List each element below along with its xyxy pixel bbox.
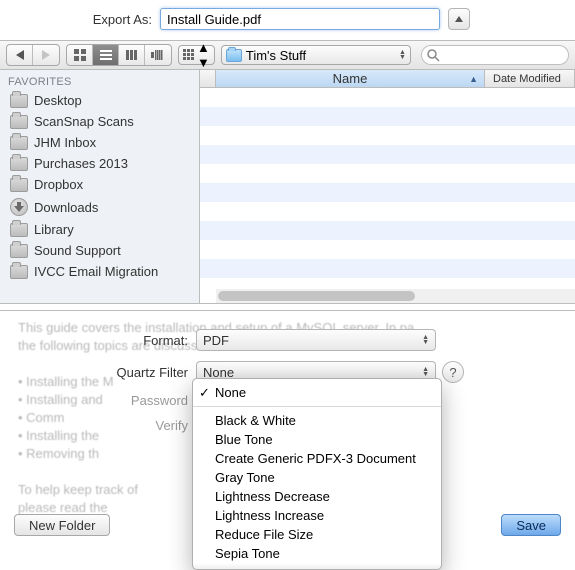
- format-label: Format:: [18, 333, 196, 348]
- sidebar-item-label: ScanSnap Scans: [34, 114, 134, 129]
- sidebar-item-label: IVCC Email Migration: [34, 264, 158, 279]
- list-row[interactable]: [200, 221, 575, 240]
- folder-icon: [10, 265, 28, 279]
- filename-input[interactable]: [160, 8, 440, 30]
- scrollbar-thumb[interactable]: [218, 291, 415, 301]
- chevron-right-icon: [42, 50, 50, 60]
- folder-icon: [10, 157, 28, 171]
- sidebar-item-library[interactable]: Library: [0, 219, 199, 240]
- password-label: Password: [18, 393, 196, 408]
- menu-item-lightness-decrease[interactable]: Lightness Decrease: [193, 487, 441, 506]
- format-popup-button[interactable]: PDF ▲▼: [196, 329, 436, 351]
- help-button[interactable]: ?: [442, 361, 464, 383]
- collapse-disclosure-button[interactable]: [448, 8, 470, 30]
- search-icon: [426, 48, 440, 62]
- list-row[interactable]: [200, 145, 575, 164]
- list-row[interactable]: [200, 88, 575, 107]
- location-label: Tim's Stuff: [246, 48, 306, 63]
- menu-item-gray-tone[interactable]: Gray Tone: [193, 468, 441, 487]
- forward-button[interactable]: [33, 45, 59, 65]
- sidebar-item-label: Purchases 2013: [34, 156, 128, 171]
- columns-icon: [126, 50, 138, 60]
- chevron-updown-icon: ▲▼: [197, 40, 210, 70]
- sidebar-item-label: Dropbox: [34, 177, 83, 192]
- chevron-updown-icon: ▲▼: [422, 335, 429, 345]
- sidebar-item-purchases[interactable]: Purchases 2013: [0, 153, 199, 174]
- verify-label: Verify: [18, 418, 196, 433]
- menu-item-reduce-file-size[interactable]: Reduce File Size: [193, 525, 441, 544]
- search-field-wrap: [421, 45, 569, 65]
- menu-item-blue-tone[interactable]: Blue Tone: [193, 430, 441, 449]
- folder-icon: [10, 223, 28, 237]
- sidebar-section-header: FAVORITES: [0, 70, 199, 90]
- chevron-updown-icon: ▲▼: [422, 367, 429, 377]
- quartz-filter-label: Quartz Filter: [18, 365, 196, 380]
- help-icon: ?: [449, 365, 456, 380]
- chevron-left-icon: [16, 50, 24, 60]
- new-folder-button[interactable]: New Folder: [14, 514, 110, 536]
- browser-toolbar: ▲▼ Tim's Stuff ▲▼: [0, 40, 575, 70]
- coverflow-icon: [151, 50, 165, 60]
- back-button[interactable]: [7, 45, 33, 65]
- column-header-date[interactable]: Date Modified: [485, 70, 575, 87]
- downloads-icon: [10, 198, 28, 216]
- list-row[interactable]: [200, 259, 575, 278]
- sidebar-item-label: Sound Support: [34, 243, 121, 258]
- sidebar-item-sound-support[interactable]: Sound Support: [0, 240, 199, 261]
- sidebar-item-dropbox[interactable]: Dropbox: [0, 174, 199, 195]
- menu-separator: [193, 406, 441, 407]
- save-button[interactable]: Save: [501, 514, 561, 536]
- list-row[interactable]: [200, 183, 575, 202]
- folder-icon: [10, 94, 28, 108]
- coverflow-view-button[interactable]: [145, 45, 171, 65]
- chevron-updown-icon: ▲▼: [399, 50, 406, 60]
- view-segmented: [66, 44, 172, 66]
- list-row[interactable]: [200, 107, 575, 126]
- grid-icon: [74, 49, 86, 61]
- quartz-filter-menu: None Black & White Blue Tone Create Gene…: [192, 378, 442, 570]
- grid-menu-icon: [183, 49, 195, 61]
- list-row[interactable]: [200, 202, 575, 221]
- folder-icon: [226, 49, 242, 62]
- icon-view-button[interactable]: [67, 45, 93, 65]
- export-as-label: Export As:: [12, 12, 152, 27]
- folder-icon: [10, 115, 28, 129]
- list-rows: [200, 88, 575, 303]
- folder-icon: [10, 178, 28, 192]
- format-value: PDF: [203, 333, 229, 348]
- list-row[interactable]: [200, 240, 575, 259]
- menu-item-none[interactable]: None: [193, 383, 441, 402]
- menu-item-pdfx3[interactable]: Create Generic PDFX-3 Document: [193, 449, 441, 468]
- file-list: Name▲ Date Modified: [200, 70, 575, 303]
- sidebar-item-ivcc-email[interactable]: IVCC Email Migration: [0, 261, 199, 282]
- sidebar-item-label: Downloads: [34, 200, 98, 215]
- column-view-button[interactable]: [119, 45, 145, 65]
- horizontal-scrollbar[interactable]: [216, 289, 575, 303]
- list-row[interactable]: [200, 164, 575, 183]
- search-input[interactable]: [421, 45, 569, 65]
- sort-asc-icon: ▲: [469, 74, 478, 84]
- list-row[interactable]: [200, 126, 575, 145]
- column-header-name[interactable]: Name▲: [216, 70, 485, 87]
- list-header: Name▲ Date Modified: [200, 70, 575, 88]
- folder-icon: [10, 244, 28, 258]
- action-menu-button[interactable]: ▲▼: [178, 45, 215, 65]
- sidebar-item-desktop[interactable]: Desktop: [0, 90, 199, 111]
- triangle-up-icon: [455, 16, 463, 22]
- menu-item-lightness-increase[interactable]: Lightness Increase: [193, 506, 441, 525]
- menu-item-black-white[interactable]: Black & White: [193, 411, 441, 430]
- location-popup-button[interactable]: Tim's Stuff ▲▼: [221, 45, 411, 65]
- list-icon: [100, 50, 112, 60]
- folder-icon: [10, 136, 28, 150]
- sidebar-item-downloads[interactable]: Downloads: [0, 195, 199, 219]
- sidebar-item-jhm-inbox[interactable]: JHM Inbox: [0, 132, 199, 153]
- nav-segmented: [6, 44, 60, 66]
- sidebar-item-label: JHM Inbox: [34, 135, 96, 150]
- sidebar-item-label: Library: [34, 222, 74, 237]
- sidebar-item-label: Desktop: [34, 93, 82, 108]
- sidebar-item-scansnap[interactable]: ScanSnap Scans: [0, 111, 199, 132]
- list-view-button[interactable]: [93, 45, 119, 65]
- menu-item-sepia-tone[interactable]: Sepia Tone: [193, 544, 441, 563]
- sidebar: FAVORITES Desktop ScanSnap Scans JHM Inb…: [0, 70, 200, 303]
